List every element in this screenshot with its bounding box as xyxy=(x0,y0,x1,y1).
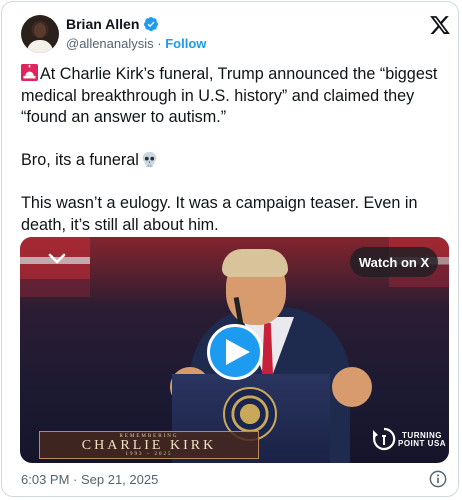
banner-years: 1993 – 2025 xyxy=(125,451,173,457)
tweet-timestamp[interactable]: 6:03 PM · Sep 21, 2025 xyxy=(21,472,158,487)
author-name-row: Brian Allen xyxy=(66,16,159,32)
author-handle[interactable]: @allenanalysis xyxy=(66,36,154,51)
chevron-down-icon[interactable] xyxy=(48,253,66,265)
tweet-card: Brian Allen @allenanalysis · Follow At C… xyxy=(1,1,459,497)
author-handle-row: @allenanalysis · Follow xyxy=(66,36,206,51)
banner-name: CHARLIE KIRK xyxy=(81,437,217,453)
info-icon[interactable] xyxy=(429,470,447,488)
tweet-paragraph-1: At Charlie Kirk’s funeral, Trump announc… xyxy=(21,65,442,126)
tweet-paragraph-2: Bro, its a funeral xyxy=(21,151,139,169)
video-player[interactable]: Watch on X REMEMBERING CHARLIE KIRK 1993… xyxy=(20,237,449,463)
skull-icon xyxy=(142,151,157,168)
tweet-paragraph-3: This wasn’t a eulogy. It was a campaign … xyxy=(21,194,422,234)
turning-point-logo-icon xyxy=(373,427,396,451)
play-button[interactable] xyxy=(207,324,263,380)
verified-badge-icon xyxy=(144,17,159,31)
x-logo-icon[interactable] xyxy=(429,14,451,36)
memorial-banner: REMEMBERING CHARLIE KIRK 1993 – 2025 xyxy=(39,431,259,459)
tweet-text: At Charlie Kirk’s funeral, Trump announc… xyxy=(21,64,446,236)
follow-button[interactable]: Follow xyxy=(165,36,206,51)
play-icon xyxy=(225,339,250,365)
turning-point-text: TURNING POINT USA xyxy=(398,432,446,448)
flag-left xyxy=(20,237,90,297)
author-name[interactable]: Brian Allen xyxy=(66,16,139,32)
watch-on-x-button[interactable]: Watch on X xyxy=(350,247,438,277)
separator-dot: · xyxy=(157,36,162,51)
logo-line-2: POINT USA xyxy=(398,439,447,448)
rotating-light-icon xyxy=(21,64,38,81)
avatar[interactable] xyxy=(21,15,59,53)
